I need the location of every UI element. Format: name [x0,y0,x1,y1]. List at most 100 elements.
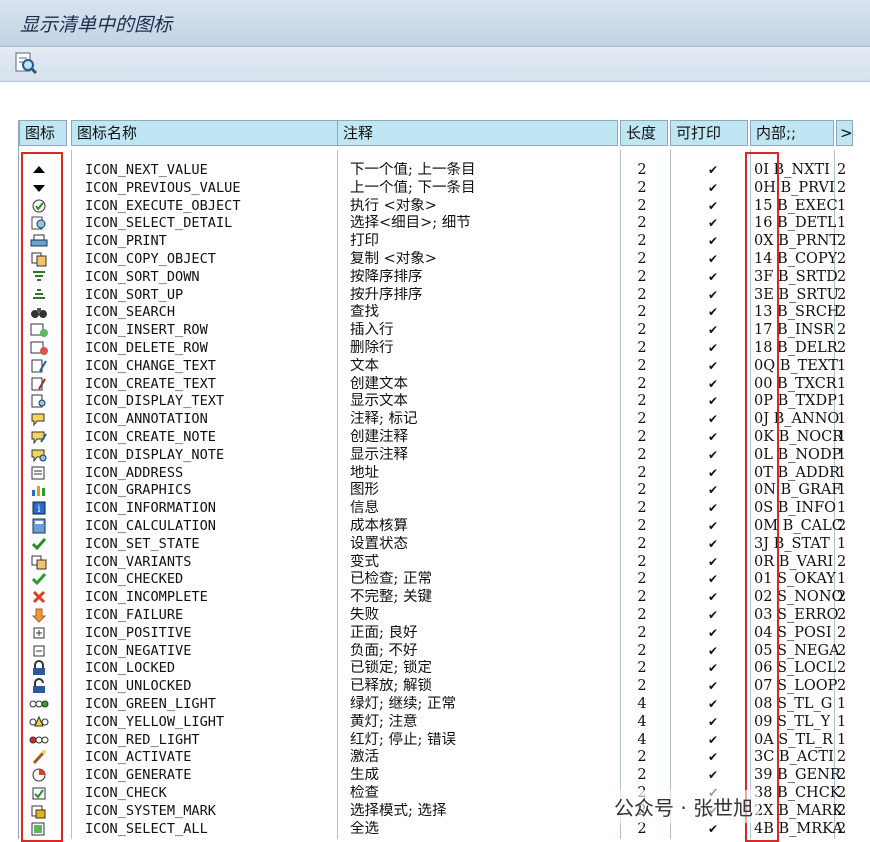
extra-cell: 1 [837,375,847,392]
length-cell: 2 [637,767,647,784]
extra-cell: 1 [837,731,847,748]
icon-name-cell: ICON_CREATE_TEXT [85,375,216,392]
extra-cell: 2 [837,162,847,178]
col-header-internal[interactable]: 内部;; [750,120,834,146]
extra-cell: 1 [837,393,847,410]
table-row[interactable]: ICON_DISPLAY_NOTE 显示注释 2 ✔ 0L B_NODP 1 [19,447,853,465]
icon-name-cell: ICON_POSITIVE [85,624,192,641]
table-row[interactable]: ICON_CREATE_TEXT 创建文本 2 ✔ 00 B_TXCR 1 [19,376,853,394]
table-row[interactable]: ICON_CHANGE_TEXT 文本 2 ✔ 0Q B_TEXT 1 [19,358,853,376]
length-cell: 2 [637,535,647,552]
length-cell: 2 [637,197,647,214]
length-cell: 2 [637,340,647,356]
extra-cell: 2 [837,589,847,606]
length-cell: 2 [637,482,647,499]
highlight-box-internal [745,152,779,842]
table-row[interactable]: ICON_POSITIVE 正面; 良好 2 ✔ 04 S_POSI 2 [19,625,853,643]
extra-cell: 2 [837,767,847,784]
toolbar [0,47,870,82]
table-row[interactable]: ICON_SET_STATE 设置状态 2 ✔ 3J B_STAT 1 [19,536,853,554]
icon-name-cell: ICON_ACTIVATE [85,749,192,766]
length-cell: 2 [637,357,647,374]
table-row[interactable]: ICON_UNLOCKED 已释放; 解锁 2 ✔ 07 S_LOOP 2 [19,678,853,696]
note-cell: 选择模式; 选择 [350,802,447,819]
table-row[interactable]: ICON_GREEN_LIGHT 绿灯; 继续; 正常 4 ✔ 08 S_TL_G 1 [19,696,853,714]
icon-name-cell: ICON_GENERATE [85,767,192,784]
extra-cell: 1 [837,357,847,374]
table-row[interactable]: ICON_SELECT_ALL 全选 2 ✔ 4B B_MRKA 2 [19,821,853,839]
table-row[interactable]: ICON_DELETE_ROW 删除行 2 ✔ 18 B_DELR 2 [19,340,853,358]
col-header-icon[interactable]: 图标 [19,120,67,146]
length-cell: 2 [637,660,647,677]
col-header-length[interactable]: 长度 [620,120,668,146]
table-row[interactable]: ICON_INSERT_ROW 插入行 2 ✔ 17 B_INSR 2 [19,322,853,340]
table-row[interactable]: ICON_YELLOW_LIGHT 黄灯; 注意 4 ✔ 09 S_TL_Y 1 [19,714,853,732]
table-row[interactable]: ICON_GENERATE 生成 2 ✔ 39 B_GENR 2 [19,767,853,785]
table-row[interactable]: ICON_ADDRESS 地址 2 ✔ 0T B_ADDR 1 [19,465,853,483]
table-row[interactable]: ICON_NEXT_VALUE 下一个值; 上一条目 2 ✔ 0I B_NXTI 2 [19,162,853,180]
table-row[interactable]: ICON_SELECT_DETAIL 选择<细目>; 细节 2 ✔ 16 B_DETL 1 [19,215,853,233]
col-header-more[interactable]: > [836,120,853,146]
printable-cell: ✔ [707,732,719,747]
table-row[interactable]: ICON_FAILURE 失败 2 ✔ 03 S_ERRO 2 [19,607,853,625]
table-row[interactable]: ICON_DISPLAY_TEXT 显示文本 2 ✔ 0P B_TXDP 1 [19,393,853,411]
extra-cell: 2 [837,660,847,677]
col-header-note[interactable]: 注释 [337,120,618,146]
extra-cell: 1 [837,411,847,428]
extra-cell: 1 [837,571,847,588]
note-cell: 文本 [350,357,379,374]
note-cell: 显示注释 [350,446,408,463]
length-cell: 2 [637,464,647,481]
printable-cell: ✔ [707,768,719,783]
printable-cell: ✔ [707,643,719,658]
length-cell: 4 [637,731,647,748]
table-row[interactable]: ICON_LOCKED 已锁定; 锁定 2 ✔ 06 S_LOCL 2 [19,660,853,678]
col-header-printable[interactable]: 可打印 [670,120,748,146]
table-row[interactable]: ICON_PREVIOUS_VALUE 上一个值; 下一条目 2 ✔ 0H B_PRVI… [19,180,853,198]
icon-name-cell: ICON_CREATE_NOTE [85,429,216,445]
table-row[interactable]: ICON_ANNOTATION 注释; 标记 2 ✔ 0J B_ANNO 1 [19,411,853,429]
find-icon[interactable] [14,52,38,74]
table-row[interactable]: ICON_SEARCH 查找 2 ✔ 13 B_SRCH 2 [19,304,853,322]
table-row[interactable]: ICON_VARIANTS 变式 2 ✔ 0R B_VARI 2 [19,554,853,572]
table-row[interactable]: i ICON_INFORMATION 信息 2 ✔ 0S B_INFO 1 [19,500,853,518]
printable-cell: ✔ [707,269,719,284]
icon-list-grid: 图标 图标名称 注释 长度 可打印 内部;; > ICON_NEXT_VALUE… [18,120,853,842]
length-cell: 2 [637,268,647,285]
table-row[interactable]: ICON_INCOMPLETE 不完整; 关键 2 ✔ 02 S_NONO 2 [19,589,853,607]
table-row[interactable]: ICON_CREATE_NOTE 创建注释 2 ✔ 0K B_NOCR 1 [19,429,853,447]
extra-cell: 2 [837,340,847,356]
note-cell: 执行 <对象> [350,197,437,214]
icon-name-cell: ICON_PREVIOUS_VALUE [85,179,241,196]
icon-name-cell: ICON_NEGATIVE [85,642,192,659]
icon-name-cell: ICON_DELETE_ROW [85,340,208,356]
length-cell: 4 [637,696,647,712]
note-cell: 打印 [350,233,379,250]
extra-cell: 2 [837,251,847,267]
table-row[interactable]: ICON_NEGATIVE 负面; 不好 2 ✔ 05 S_NEGA 2 [19,643,853,661]
table-row[interactable]: ICON_PRINT 打印 2 ✔ 0X B_PRNT 2 [19,233,853,251]
length-cell: 2 [637,286,647,303]
icon-name-cell: ICON_RED_LIGHT [85,731,200,748]
table-row[interactable]: ICON_EXECUTE_OBJECT 执行 <对象> 2 ✔ 15 B_EXEC 1 [19,198,853,216]
table-row[interactable]: ICON_ACTIVATE 激活 2 ✔ 3C B_ACTI 2 [19,749,853,767]
note-cell: 失败 [350,607,379,623]
table-row[interactable]: ICON_RED_LIGHT 红灯; 停止; 错误 4 ✔ 0A S_TL_R 1 [19,732,853,750]
icon-name-cell: ICON_LOCKED [85,660,176,677]
printable-cell: ✔ [707,554,719,569]
extra-cell: 2 [837,179,847,196]
table-row[interactable]: ICON_SORT_UP 按升序排序 2 ✔ 3E B_SRTU 2 [19,287,853,305]
table-row[interactable]: ICON_CALCULATION 成本核算 2 ✔ 0M B_CALC 2 [19,518,853,536]
table-row[interactable]: ICON_GRAPHICS 图形 2 ✔ 0N B_GRAF 1 [19,482,853,500]
table-row[interactable]: ICON_COPY_OBJECT 复制 <对象> 2 ✔ 14 B_COPY 2 [19,251,853,269]
window-title: 显示清单中的图标 [20,14,173,36]
printable-cell: ✔ [707,430,719,444]
extra-cell: 2 [837,233,847,250]
table-row[interactable]: ICON_CHECKED 已检查; 正常 2 ✔ 01 S_OKAY 1 [19,571,853,589]
printable-cell: ✔ [707,679,719,694]
table-row[interactable]: ICON_SORT_DOWN 按降序排序 2 ✔ 3F B_SRTD 2 [19,269,853,287]
length-cell: 2 [637,375,647,392]
note-cell: 插入行 [350,322,394,339]
icon-name-cell: ICON_SET_STATE [85,535,200,552]
printable-cell: ✔ [707,412,719,427]
